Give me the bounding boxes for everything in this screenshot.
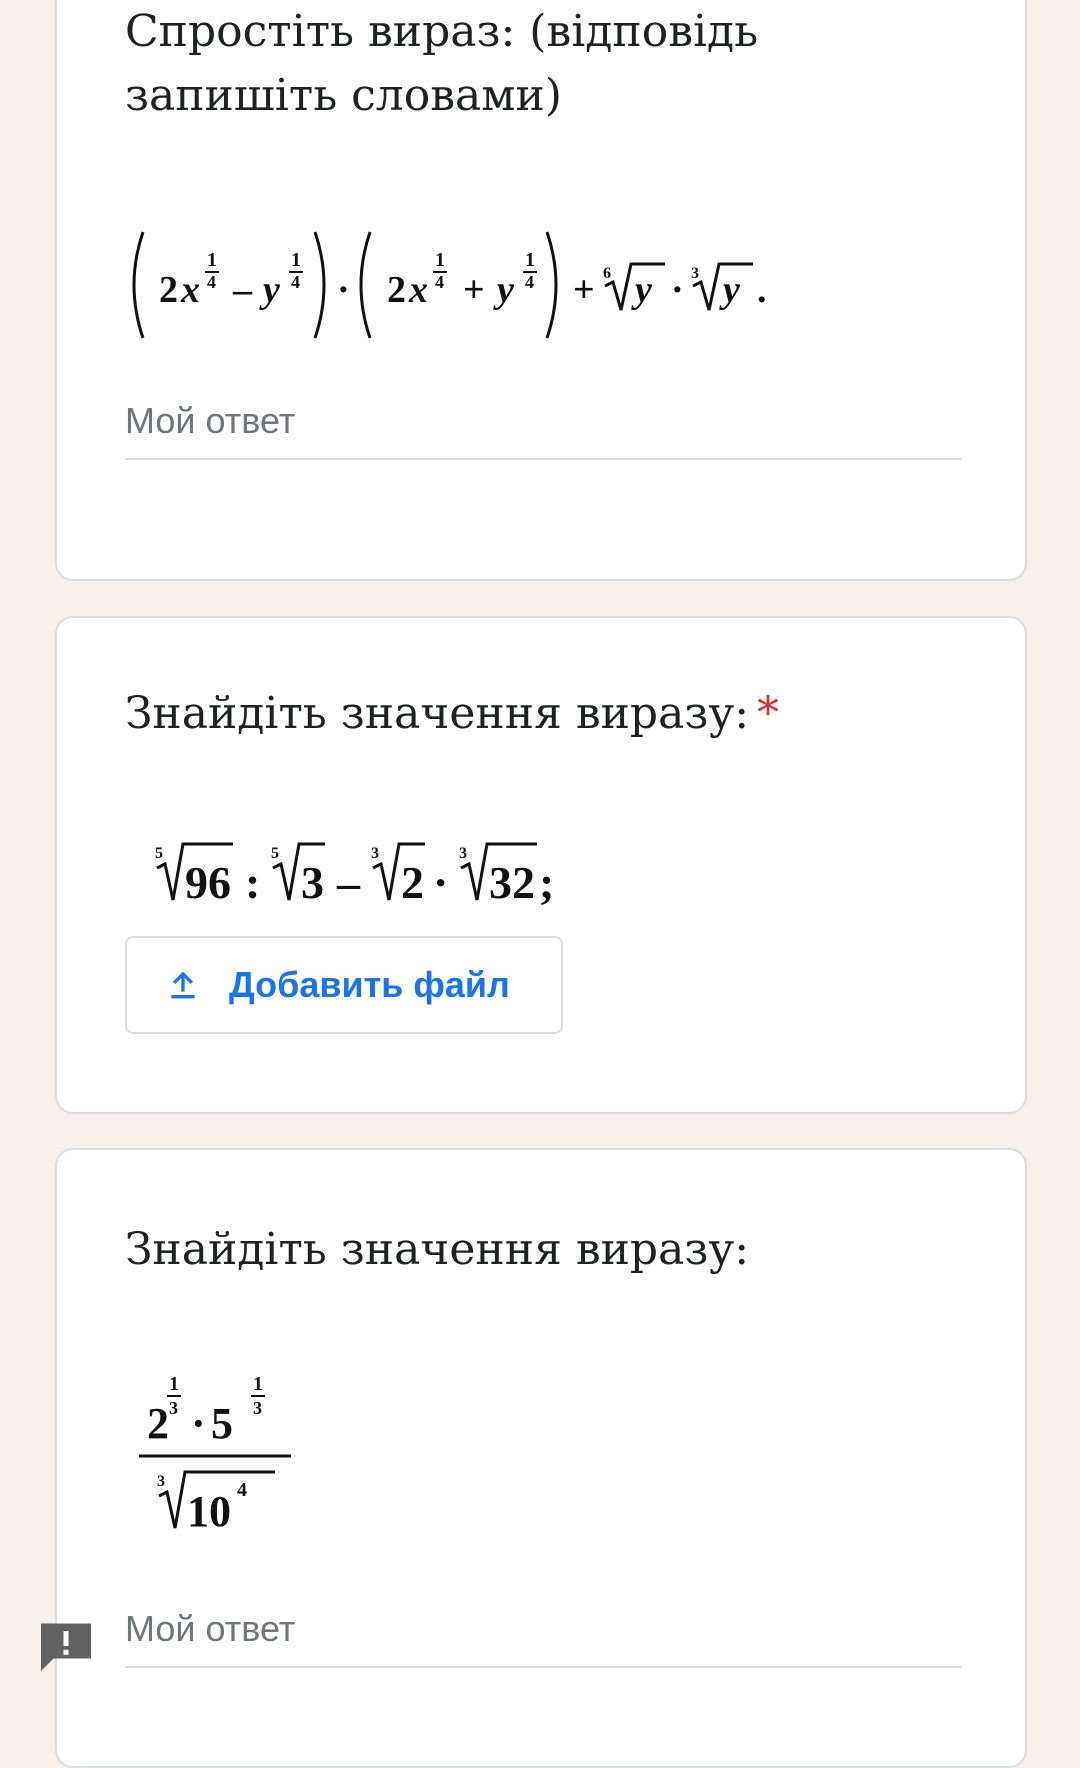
question-card-1: Спростіть вираз: (відповідь запишіть сло… [55,0,1027,581]
svg-text:3: 3 [459,845,467,862]
svg-text:3: 3 [253,1398,262,1418]
question-title: Знайдіть значення виразу: [125,1224,750,1275]
svg-text:10: 10 [187,1487,231,1536]
svg-text:x: x [180,269,200,311]
svg-text:y: y [493,269,514,311]
svg-text:1: 1 [525,249,535,271]
question-formula-image: 2 x 1 4 – y 1 4 · 2 x 1 4 + y 1 4 + 6 y … [125,220,845,350]
add-file-button[interactable]: Добавить файл [125,936,563,1034]
svg-text:–: – [336,857,361,908]
question-card-3: Знайдіть значення виразу: 2 1 3 · 5 1 3 … [55,1148,1027,1768]
svg-text:3: 3 [371,845,379,862]
svg-text:32: 32 [489,857,535,908]
svg-text:·: · [433,857,448,908]
svg-text:.: . [757,269,767,311]
svg-text:1: 1 [253,1373,263,1395]
svg-text:5: 5 [211,1399,233,1448]
svg-text:x: x [408,269,428,311]
svg-text:+: + [573,269,595,311]
svg-text:1: 1 [435,249,445,271]
svg-text:96: 96 [185,857,231,908]
svg-text:2: 2 [147,1399,169,1448]
upload-icon [171,971,195,999]
svg-text:y: y [259,269,280,311]
svg-text:·: · [337,269,350,311]
svg-text:3: 3 [301,857,324,908]
question-title-text: Знайдіть значення виразу: [125,688,750,739]
svg-text:2: 2 [401,857,424,908]
svg-text:4: 4 [291,272,300,292]
svg-text:;: ; [539,857,554,908]
svg-text:6: 6 [603,265,611,282]
svg-text:y: y [719,269,740,311]
svg-text:4: 4 [237,1479,247,1501]
svg-text:2: 2 [159,269,178,311]
answer-input[interactable]: Мой ответ [125,1608,961,1668]
svg-text:y: y [631,269,652,311]
feedback-icon[interactable] [36,1616,96,1676]
question-formula-image: 2 1 3 · 5 1 3 3 10 4 [125,1360,325,1550]
question-title: Знайдіть значення виразу: * [125,682,965,746]
svg-text:4: 4 [525,272,534,292]
question-title: Спростіть вираз: (відповідь запишіть сло… [125,6,759,121]
svg-text::: : [245,857,260,908]
svg-text:1: 1 [169,1373,179,1395]
answer-input[interactable]: Мой ответ [125,400,961,460]
svg-text:+: + [463,269,485,311]
required-mark: * [757,688,780,739]
svg-text:5: 5 [155,845,163,862]
svg-text:3: 3 [169,1398,178,1418]
svg-text:3: 3 [157,1473,165,1490]
svg-text:3: 3 [691,265,699,282]
svg-text:1: 1 [291,249,301,271]
svg-text:2: 2 [387,269,406,311]
svg-text:·: · [671,269,684,311]
question-formula-image: 5 96 : 5 3 – 3 2 · 3 32 ; [125,836,645,916]
svg-text:4: 4 [207,272,216,292]
add-file-label: Добавить файл [229,964,510,1005]
svg-text:4: 4 [435,272,444,292]
question-card-2: Знайдіть значення виразу: * 5 96 : 5 3 – … [55,616,1027,1114]
svg-text:·: · [191,1399,206,1448]
svg-text:–: – [232,269,253,311]
svg-text:5: 5 [271,845,279,862]
svg-text:1: 1 [207,249,217,271]
